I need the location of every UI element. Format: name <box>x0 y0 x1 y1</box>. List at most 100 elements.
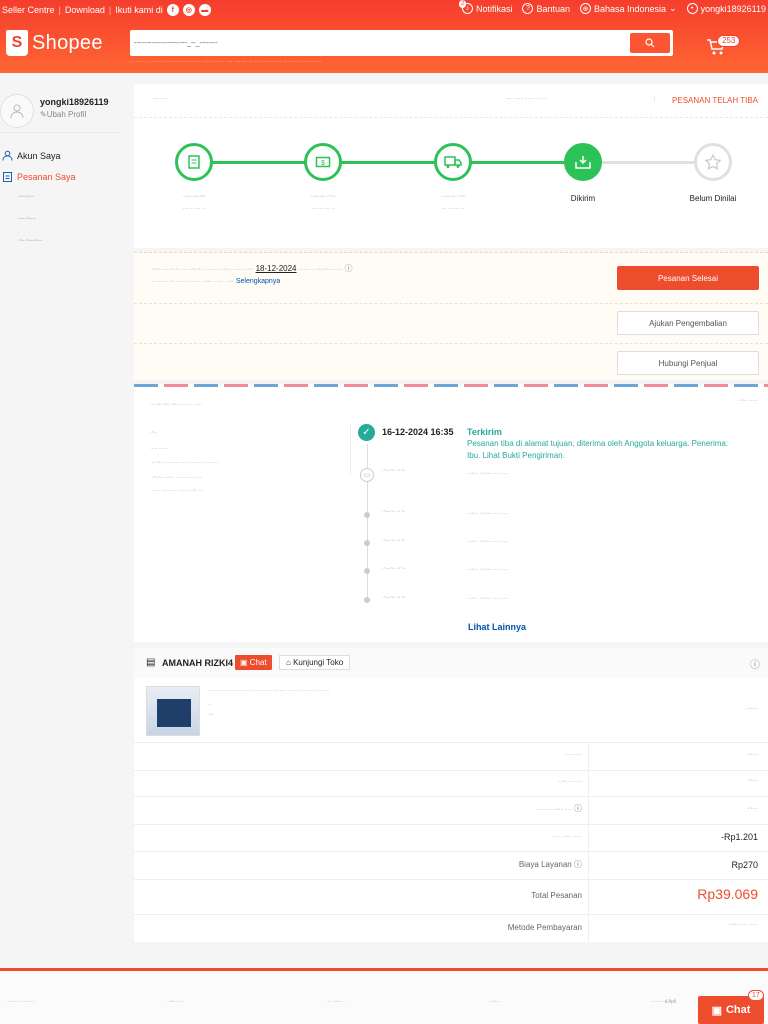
language-label: Bahasa Indonesia <box>594 3 667 14</box>
contact-seller-button[interactable]: Hubungi Penjual <box>617 351 759 375</box>
tracking-event: ···~··· ··~·~ ···· ······· <box>467 567 509 573</box>
divider: | <box>58 5 61 15</box>
shopping-bag-icon: S <box>6 30 28 56</box>
envelope-border <box>134 384 768 387</box>
clipboard-icon <box>3 172 12 182</box>
order-received-button[interactable]: Pesanan Selesai <box>617 266 759 290</box>
search-bar <box>130 30 673 56</box>
product-image[interactable] <box>146 686 200 736</box>
tracking-time: ·~·-·~· ·~ ~· <box>382 538 406 544</box>
instagram-icon[interactable]: ◎ <box>182 4 195 16</box>
step-label: ···~···~···~~·· <box>309 194 337 200</box>
line-icon[interactable]: ▬ <box>198 4 211 16</box>
address-title: ····~··~· ·~······ ·· ····· <box>150 402 203 408</box>
sidebar-divider <box>0 132 118 133</box>
help-link[interactable]: ? Bantuan <box>522 3 570 14</box>
top-right-links: ♪ 2 Notifikasi ? Bantuan ⊕ Bahasa Indones… <box>458 0 766 14</box>
notice-line: ········ ····~···~···· ····· <box>299 267 342 273</box>
step-delivered-icon <box>564 143 602 181</box>
sidebar-item-account[interactable]: Akun Saya <box>2 150 61 161</box>
sidebar-item-label: Pesanan Saya <box>17 171 76 182</box>
tracking-time: ·~·-·~· ·~ ~· <box>382 468 406 474</box>
summary-value: ···~··· ····· ······ <box>727 922 758 928</box>
courier-info: ··~··· ······ <box>737 398 758 404</box>
info-icon[interactable]: ⓘ <box>750 656 760 671</box>
see-more-tracking-link[interactable]: Lihat Lainnya <box>468 622 526 632</box>
address-line: ·····~···· ········· ··· ··· ······· ·· … <box>150 460 220 466</box>
search-hints[interactable]: ··· ······ ·· ········ ·········· ····· … <box>130 59 730 65</box>
deadline-date: 18-12-2024 <box>255 264 297 273</box>
product-price: ···~···· <box>745 706 758 712</box>
summary-label: ······ ··~··· ······ <box>134 825 589 851</box>
user-menu[interactable]: • yongki18926119 <box>686 3 766 14</box>
chevron-down-icon: ⌄ <box>669 3 677 13</box>
store-icon: ▤ <box>146 657 156 668</box>
visit-shop-label: Kunjungi Toko <box>293 658 344 667</box>
step-label: ···~···~··~~· <box>181 194 207 200</box>
chat-icon: ▣ <box>240 658 250 667</box>
edit-profile-link[interactable]: ✎Ubah Profil <box>40 110 86 119</box>
sidebar-item-coins[interactable]: ·~-·~·---~·- <box>18 238 42 244</box>
chat-shop-button[interactable]: ▣ Chat <box>235 655 272 670</box>
avatar[interactable] <box>0 94 34 128</box>
request-return-button[interactable]: Ajukan Pengembalian <box>617 311 759 335</box>
info-icon[interactable]: ⓘ <box>345 264 353 273</box>
tracking-time: 16-12-2024 16:35 <box>382 427 454 437</box>
summary-label: ······ ·······~··· ····· <box>535 807 572 813</box>
svg-text:$: $ <box>321 160 325 167</box>
timeline-dot <box>364 540 370 546</box>
shipping-section: ····~··~· ·~······ ·· ····· ··~··· ·····… <box>134 384 768 642</box>
user-icon <box>10 104 24 119</box>
avatar-icon: • <box>686 3 698 14</box>
seller-centre-link[interactable]: Seller Centre <box>2 5 55 15</box>
search-input[interactable] <box>134 34 624 52</box>
globe-icon: ⊕ <box>580 3 591 14</box>
info-icon[interactable]: ⓘ <box>574 860 582 869</box>
notification-link[interactable]: ♪ 2 Notifikasi <box>458 0 513 14</box>
brand-name: Shopee <box>32 31 103 54</box>
recipient-phone: ····· ······ <box>150 446 168 452</box>
help-label: Bantuan <box>536 3 570 14</box>
notice-text: ··~·~ ·······~·~ ······ ··~··~ ·· ······… <box>150 263 610 287</box>
divider <box>134 343 768 344</box>
order-items: ▤ AMANAH RIZKI4 ▣ Chat ⌂ Kunjungi Toko ⓘ… <box>134 648 768 942</box>
summary-label: ······ ····· <box>134 744 589 770</box>
summary-value: ··~···· <box>746 752 758 758</box>
footer: ·········· ········· ···~······· ······~… <box>0 968 768 1024</box>
tracking-time: ·~·-·~· ·~ ~· <box>382 566 406 572</box>
divider: | <box>654 96 656 102</box>
summary-label: Metode Pembayaran <box>134 915 589 942</box>
summary-value: -Rp1.201 <box>720 832 758 842</box>
step-shipped-icon <box>434 143 472 181</box>
info-icon[interactable]: ⓘ <box>574 804 582 813</box>
summary-row: ······ ·······~··· ····· ⓘ <box>134 798 589 824</box>
divider <box>134 742 768 743</box>
truck-icon: ▭ <box>360 468 374 482</box>
divider <box>350 424 351 474</box>
address-line: ······· ·········· ······· ···~ ···· <box>150 488 203 494</box>
language-selector[interactable]: ⊕ Bahasa Indonesia ⌄ <box>580 3 677 14</box>
chat-icon: ▣ <box>711 1004 722 1017</box>
product-name[interactable]: ····· ······ ·········· ····· ····· ····… <box>208 688 568 694</box>
tracking-event: ···~··· ··~·~ ···· ······· <box>467 596 509 602</box>
sidebar-item-vouchers[interactable]: ·---·~--·- <box>18 216 36 222</box>
sidebar-item-orders[interactable]: Pesanan Saya <box>2 171 76 182</box>
facebook-icon[interactable]: f <box>166 4 179 16</box>
notification-label: Notifikasi <box>475 3 513 14</box>
shop-name[interactable]: AMANAH RIZKI4 <box>162 658 233 668</box>
back-button[interactable]: · ·-·······-· <box>150 96 169 102</box>
chat-unread-badge: 17 <box>748 990 764 1001</box>
summary-row: Biaya Layanan ⓘ <box>134 852 589 879</box>
download-link[interactable]: Download <box>65 5 105 15</box>
delivery-proof-link[interactable]: Lihat Bukti Pengiriman. <box>483 451 565 460</box>
chat-label: Chat <box>725 1004 751 1016</box>
search-button[interactable] <box>630 33 670 53</box>
visit-shop-button[interactable]: ⌂ Kunjungi Toko <box>279 655 351 670</box>
sidebar-item-notifications[interactable]: ·~·--~·- <box>18 194 34 200</box>
shopee-logo[interactable]: S Shopee <box>6 30 103 56</box>
top-bar: Seller Centre | Download | Ikuti kami di… <box>0 0 768 20</box>
footer-column: ·········· ········· <box>6 999 36 1005</box>
timeline-dot <box>364 597 370 603</box>
step-date: ··· ··· ··· ·· <box>311 206 335 212</box>
see-more-link[interactable]: Selengkapnya <box>236 278 280 285</box>
